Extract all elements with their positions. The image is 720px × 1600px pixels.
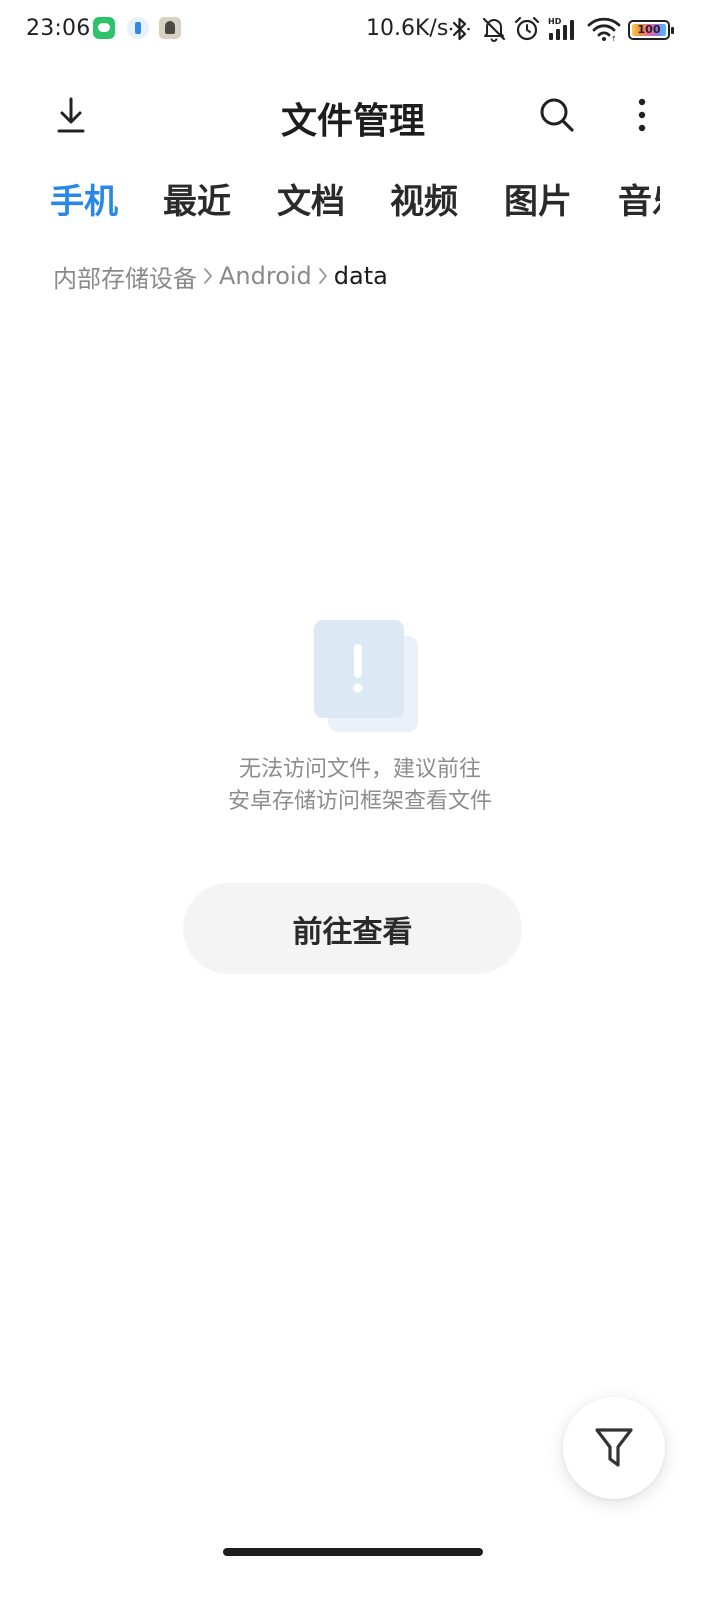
alarm-icon bbox=[514, 16, 540, 41]
avatar-icon bbox=[159, 17, 181, 39]
chevron-right-icon bbox=[314, 267, 332, 285]
breadcrumb-android[interactable]: Android bbox=[219, 262, 312, 290]
file-manager-screen: 23:06 10.6K/s HD ↑ 100 文件管理 手机 最近 文档 视频 … bbox=[0, 0, 720, 1600]
wifi-icon: ↑ bbox=[587, 17, 621, 42]
download-button[interactable] bbox=[46, 90, 96, 140]
svg-text:HD: HD bbox=[548, 17, 562, 26]
tab-recent[interactable]: 最近 bbox=[163, 174, 231, 223]
breadcrumb: 内部存储设备 Android data bbox=[53, 258, 388, 294]
page-title: 文件管理 bbox=[280, 101, 425, 142]
more-vertical-icon bbox=[638, 98, 646, 132]
warning-document-icon bbox=[314, 620, 418, 732]
search-icon bbox=[540, 98, 574, 132]
chevron-right-icon bbox=[199, 267, 217, 285]
category-tabs: 手机 最近 文档 视频 图片 音乐 bbox=[0, 174, 660, 224]
bluetooth-icon bbox=[449, 17, 470, 41]
battery-icon: 100 bbox=[628, 20, 674, 40]
download-icon bbox=[57, 97, 85, 133]
breadcrumb-internal-storage[interactable]: 内部存储设备 bbox=[53, 259, 197, 294]
home-indicator[interactable] bbox=[223, 1548, 483, 1556]
tab-documents[interactable]: 文档 bbox=[277, 174, 345, 223]
mute-bell-icon bbox=[482, 17, 506, 42]
more-options-button[interactable] bbox=[620, 90, 664, 140]
wechat-icon bbox=[93, 17, 115, 39]
svg-text:↑: ↑ bbox=[611, 35, 617, 42]
empty-state-line-2: 安卓存储访问框架查看文件 bbox=[227, 789, 492, 814]
empty-state-line-1: 无法访问文件，建议前往 bbox=[238, 757, 481, 782]
tab-phone[interactable]: 手机 bbox=[50, 174, 118, 223]
search-button[interactable] bbox=[532, 90, 582, 140]
status-bar: 23:06 10.6K/s HD ↑ 100 bbox=[0, 0, 720, 60]
battery-level: 100 bbox=[637, 23, 661, 36]
tab-videos[interactable]: 视频 bbox=[390, 174, 458, 223]
go-view-button[interactable]: 前往查看 bbox=[183, 883, 522, 974]
filter-button[interactable] bbox=[563, 1397, 665, 1499]
empty-state-message: 无法访问文件，建议前往 安卓存储访问框架查看文件 bbox=[160, 754, 560, 818]
shield-icon bbox=[127, 17, 149, 39]
tab-images[interactable]: 图片 bbox=[504, 174, 572, 223]
hd-signal-icon: HD bbox=[548, 17, 574, 40]
tab-music[interactable]: 音乐 bbox=[618, 174, 660, 223]
status-time: 23:06 bbox=[26, 16, 91, 41]
network-speed: 10.6K/s bbox=[366, 16, 449, 41]
breadcrumb-data: data bbox=[333, 262, 388, 290]
filter-icon bbox=[595, 1428, 633, 1467]
